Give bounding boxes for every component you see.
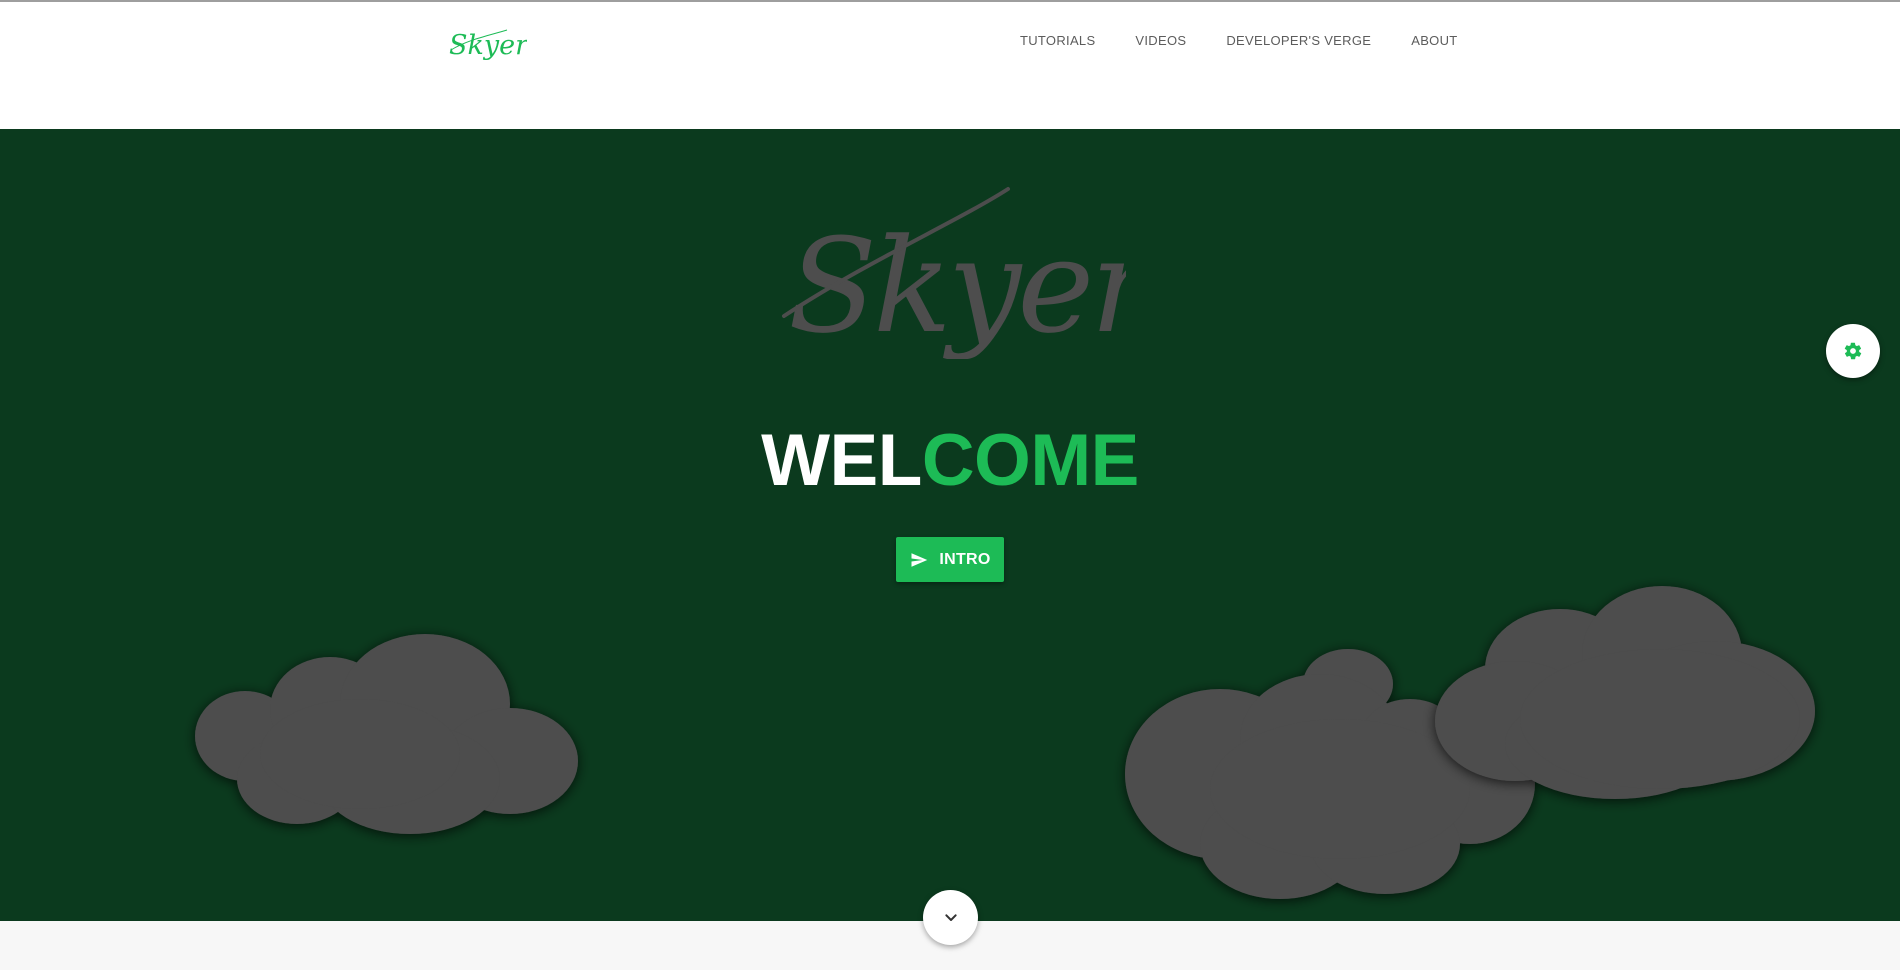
intro-button[interactable]: INTRO [896,537,1004,582]
cloud-left [195,634,578,834]
brand-logo[interactable]: Skyer [447,20,527,66]
svg-text:Skyer: Skyer [449,30,527,61]
nav-link-about[interactable]: ABOUT [1391,27,1477,54]
welcome-heading-part2: COME [921,420,1140,501]
gear-icon [1844,342,1862,360]
intro-button-label: INTRO [939,550,991,568]
welcome-heading-part1: WEL [761,420,922,501]
welcome-heading: WELCOME [0,416,1900,506]
hero-section: Skyer WELCOME INTRO [0,129,1900,921]
cloud-right-front [1435,586,1815,799]
nav-link-developers-verge[interactable]: DEVELOPER'S VERGE [1206,27,1391,54]
scroll-down-button[interactable] [923,890,978,945]
nav-link-videos[interactable]: VIDEOS [1115,27,1206,54]
send-icon [911,552,928,567]
nav-link-tutorials[interactable]: TUTORIALS [1000,27,1115,54]
main-nav: TUTORIALS VIDEOS DEVELOPER'S VERGE ABOUT [1000,26,1478,54]
hero-logo: Skyer [782,187,1126,359]
settings-button[interactable] [1826,324,1880,378]
chevron-down-icon [944,913,957,921]
navbar: Skyer TUTORIALS VIDEOS DEVELOPER'S VERGE… [0,2,1900,129]
